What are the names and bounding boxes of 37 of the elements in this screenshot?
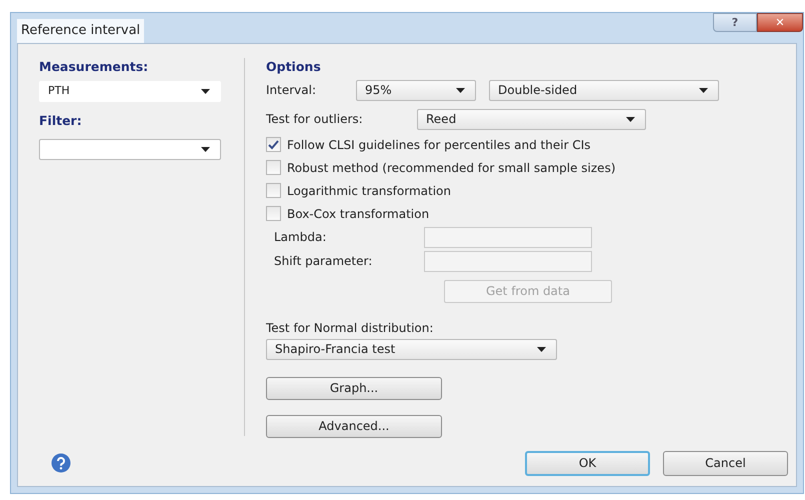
field-label: Lambda: xyxy=(273,229,328,246)
normal-test-dropdown[interactable]: Shapiro-Francia test xyxy=(266,338,557,360)
checkbox[interactable] xyxy=(266,137,281,152)
field-label: Test for outliers: xyxy=(266,111,364,128)
dropdown-arrow-icon xyxy=(456,88,465,93)
dialog-button[interactable]: Advanced... xyxy=(266,414,442,438)
section-heading: Measurements: xyxy=(39,58,150,76)
dialog-button[interactable]: Graph... xyxy=(266,376,442,400)
sides-dropdown[interactable]: Double-sided xyxy=(489,80,719,101)
checkbox[interactable] xyxy=(266,206,281,222)
section-heading: Options xyxy=(266,58,322,76)
dropdown-arrow-icon xyxy=(201,146,210,152)
checkbox-label: Follow CLSI guidelines for percentiles and their CIs xyxy=(287,136,590,154)
window-title: Reference interval xyxy=(17,19,144,42)
dropdown-arrow-icon xyxy=(626,116,635,122)
filter-dropdown[interactable] xyxy=(39,138,221,160)
checkbox-label: Logarithmic transformation xyxy=(287,182,451,200)
dropdown-arrow-icon xyxy=(699,88,708,93)
dropdown-arrow-icon xyxy=(537,346,546,352)
input-field[interactable] xyxy=(424,226,592,248)
section-heading: Filter: xyxy=(39,112,83,130)
checkbox-label: Robust method (recommended for small sample sizes) xyxy=(287,160,616,177)
field-label: Test for Normal distribution: xyxy=(266,320,434,337)
dialog-button[interactable]: OK xyxy=(525,450,650,476)
dialog-button[interactable]: Cancel xyxy=(663,450,788,476)
help-button[interactable]: ? xyxy=(713,13,757,32)
input-field[interactable] xyxy=(424,250,592,272)
checkbox[interactable] xyxy=(266,183,281,198)
interval-dropdown[interactable]: 95% xyxy=(356,80,476,101)
measurement-dropdown[interactable]: PTH xyxy=(39,80,221,102)
checkbox-label: Box-Cox transformation xyxy=(287,206,430,223)
field-label: Shift parameter: xyxy=(273,253,374,270)
help-icon[interactable] xyxy=(51,453,71,473)
checkbox[interactable] xyxy=(266,160,281,176)
dropdown-arrow-icon xyxy=(201,88,210,94)
outliers-dropdown[interactable]: Reed xyxy=(417,108,646,130)
field-label: Interval: xyxy=(266,82,317,100)
